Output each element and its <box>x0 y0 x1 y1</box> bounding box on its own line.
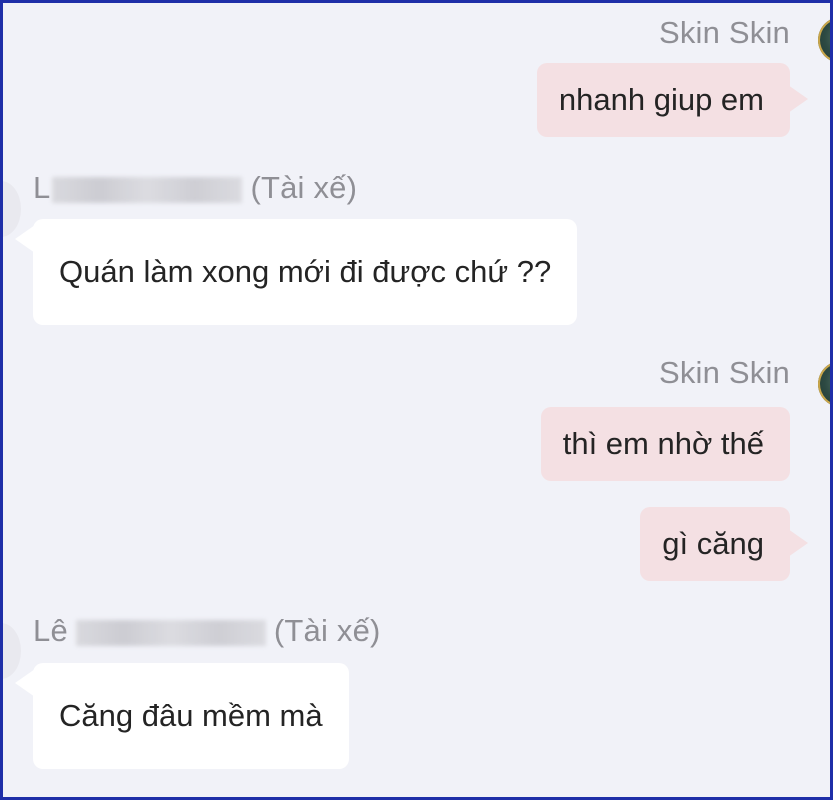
bubble-tail <box>15 225 35 253</box>
sender-name: Skin Skin <box>658 15 790 50</box>
sender-role: (Tài xế) <box>250 170 358 205</box>
message-text: nhanh giup em <box>558 82 764 117</box>
sender-name-prefix: Lê <box>33 613 68 648</box>
bubble-tail <box>788 85 808 113</box>
sender-name: Skin Skin <box>658 355 790 390</box>
redacted-name <box>75 619 266 646</box>
message-bubble-incoming[interactable]: Quán làm xong mới đi được chứ ?? <box>15 219 578 325</box>
message-bubble-incoming[interactable]: Căng đâu mềm mà <box>15 663 349 769</box>
sender-name-prefix: L <box>33 170 51 205</box>
redacted-name <box>52 176 243 203</box>
message-text: Quán làm xong mới đi được chứ ?? <box>59 254 552 289</box>
message-bubble-outgoing[interactable]: nhanh giup em <box>536 63 808 137</box>
message-text: thì em nhờ thế <box>562 426 764 461</box>
bubble-tail <box>15 669 35 697</box>
message-bubble-outgoing[interactable]: gì căng <box>640 507 808 581</box>
chat-window: Skin Skin nhanh giup em L (Tài xế) Quán l… <box>0 0 833 800</box>
message-text: gì căng <box>662 526 764 561</box>
sender-name: Lê (Tài xế) <box>33 613 381 649</box>
sender-name: L (Tài xế) <box>33 170 357 206</box>
user-avatar[interactable] <box>818 17 830 63</box>
message-text: Căng đâu mềm mà <box>59 698 323 733</box>
sender-role: (Tài xế) <box>273 613 381 648</box>
message-bubble-outgoing[interactable]: thì em nhờ thế <box>540 407 790 481</box>
user-avatar[interactable] <box>818 361 830 407</box>
bubble-tail <box>788 529 808 557</box>
